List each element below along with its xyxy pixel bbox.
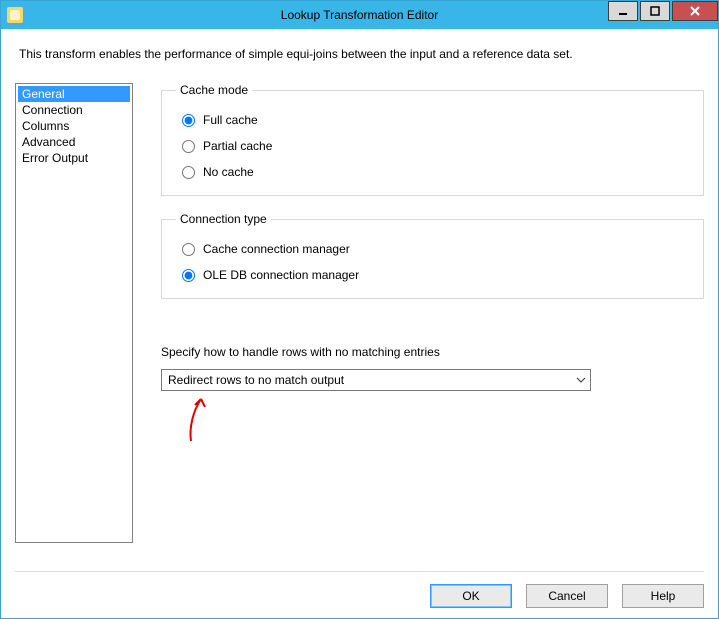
- nav-item-columns[interactable]: Columns: [18, 118, 130, 134]
- dialog-body: This transform enables the performance o…: [1, 29, 718, 618]
- annotation-arrow-icon: [171, 393, 221, 443]
- nav-item-error-output[interactable]: Error Output: [18, 150, 130, 166]
- conn-type-cache-label: Cache connection manager: [203, 242, 350, 256]
- content-area: General Connection Columns Advanced Erro…: [15, 83, 704, 571]
- no-match-combo[interactable]: Redirect rows to no match output: [161, 369, 591, 391]
- window-title: Lookup Transformation Editor: [1, 8, 718, 22]
- cache-mode-group: Cache mode Full cache Partial cache No c…: [161, 83, 704, 196]
- chevron-down-icon: [572, 370, 590, 390]
- nav-item-general[interactable]: General: [18, 86, 130, 102]
- cache-mode-partial-radio[interactable]: [182, 140, 195, 153]
- conn-type-oledb-radio[interactable]: [182, 269, 195, 282]
- conn-type-oledb-label: OLE DB connection manager: [203, 268, 359, 282]
- conn-type-cache[interactable]: Cache connection manager: [182, 242, 689, 256]
- cache-mode-partial[interactable]: Partial cache: [182, 139, 689, 153]
- nav-list[interactable]: General Connection Columns Advanced Erro…: [15, 83, 133, 543]
- no-match-selected: Redirect rows to no match output: [162, 373, 572, 387]
- connection-type-legend: Connection type: [176, 212, 271, 226]
- cancel-button[interactable]: Cancel: [526, 584, 608, 608]
- ok-button[interactable]: OK: [430, 584, 512, 608]
- general-panel: Cache mode Full cache Partial cache No c…: [161, 83, 704, 571]
- titlebar[interactable]: Lookup Transformation Editor: [1, 1, 718, 29]
- cache-mode-full-label: Full cache: [203, 113, 258, 127]
- cache-mode-partial-label: Partial cache: [203, 139, 272, 153]
- connection-type-group: Connection type Cache connection manager…: [161, 212, 704, 299]
- help-button[interactable]: Help: [622, 584, 704, 608]
- conn-type-cache-radio[interactable]: [182, 243, 195, 256]
- conn-type-oledb[interactable]: OLE DB connection manager: [182, 268, 689, 282]
- nav-item-advanced[interactable]: Advanced: [18, 134, 130, 150]
- no-match-label: Specify how to handle rows with no match…: [161, 345, 704, 359]
- nav-item-connection[interactable]: Connection: [18, 102, 130, 118]
- dialog-footer: OK Cancel Help: [15, 571, 704, 608]
- description-text: This transform enables the performance o…: [19, 47, 700, 61]
- cache-mode-full[interactable]: Full cache: [182, 113, 689, 127]
- cache-mode-none-label: No cache: [203, 165, 254, 179]
- lookup-editor-window: Lookup Transformation Editor This transf…: [0, 0, 719, 619]
- cache-mode-legend: Cache mode: [176, 83, 252, 97]
- cache-mode-none[interactable]: No cache: [182, 165, 689, 179]
- cache-mode-none-radio[interactable]: [182, 166, 195, 179]
- cache-mode-full-radio[interactable]: [182, 114, 195, 127]
